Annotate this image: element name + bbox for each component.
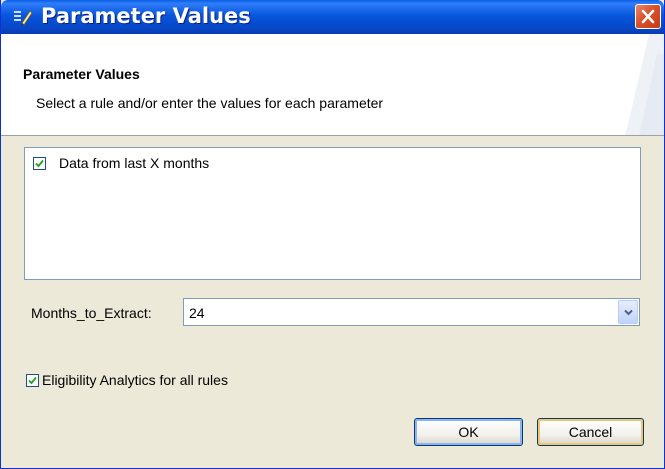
ok-button[interactable]: OK	[414, 418, 523, 446]
rules-list[interactable]: Data from last X months	[24, 147, 641, 280]
chevron-down-icon	[624, 309, 633, 316]
header-description: Select a rule and/or enter the values fo…	[36, 95, 384, 111]
window-title: Parameter Values	[41, 4, 251, 28]
cancel-button[interactable]: Cancel	[537, 418, 644, 446]
checkmark-icon	[28, 376, 37, 384]
rule-label: Data from last X months	[59, 155, 210, 171]
parameter-values-dialog: Parameter Values Parameter Values Select…	[0, 0, 665, 469]
checkmark-icon	[35, 159, 44, 167]
parameters-icon	[13, 8, 33, 26]
eligibility-label: Eligibility Analytics for all rules	[42, 372, 228, 388]
dialog-header: Parameter Values Select a rule and/or en…	[1, 34, 664, 136]
close-button[interactable]	[635, 4, 661, 29]
months-to-extract-value[interactable]: 24	[189, 305, 205, 321]
title-bar[interactable]: Parameter Values	[1, 0, 664, 34]
eligibility-checkbox[interactable]	[26, 373, 39, 387]
close-icon	[641, 9, 655, 24]
months-to-extract-label: Months_to_Extract:	[31, 305, 152, 321]
header-watermark-icon	[625, 34, 664, 135]
dropdown-button[interactable]	[618, 300, 638, 324]
rule-item[interactable]: Data from last X months	[33, 155, 209, 171]
months-to-extract-combobox[interactable]: 24	[183, 298, 640, 326]
eligibility-option[interactable]: Eligibility Analytics for all rules	[26, 372, 228, 388]
header-title: Parameter Values	[23, 66, 140, 82]
rule-checkbox[interactable]	[33, 156, 46, 170]
